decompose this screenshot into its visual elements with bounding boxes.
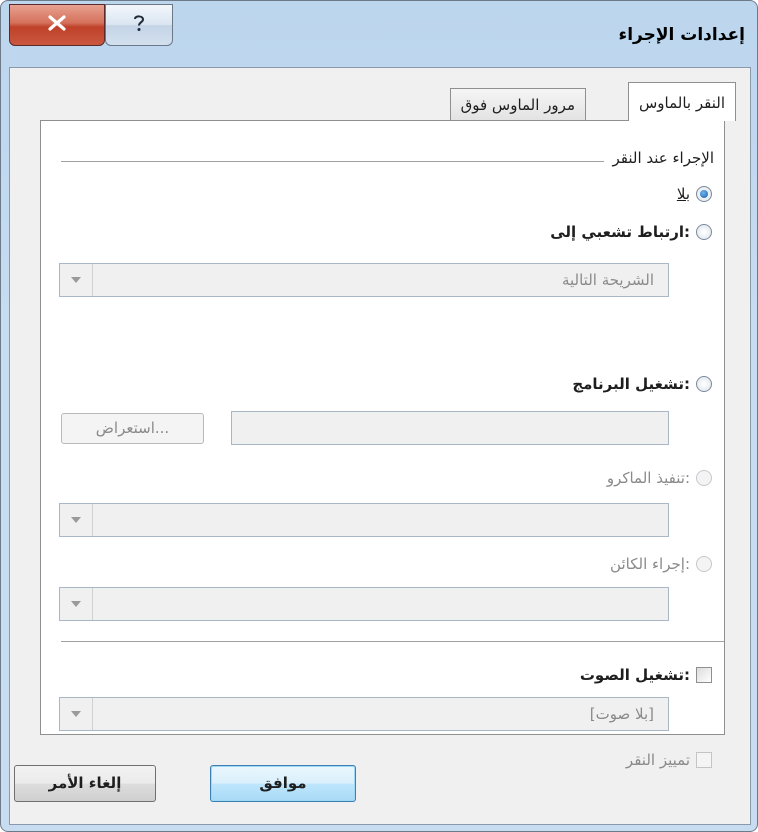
macro-combo[interactable] <box>59 503 669 537</box>
option-run-macro[interactable]: تنفيذ الماكرو: <box>607 467 712 489</box>
help-button[interactable] <box>105 4 173 46</box>
cancel-button[interactable]: إلغاء الأمر <box>14 765 156 802</box>
option-hyperlink-label: ارتباط تشعبي إلى: <box>550 223 690 241</box>
question-mark-icon <box>131 13 147 37</box>
dropdown-arrow-icon[interactable] <box>60 264 93 296</box>
tab-mouse-click[interactable]: النقر بالماوس <box>627 82 736 121</box>
option-none[interactable]: بلا <box>677 183 712 205</box>
radio-object-action[interactable] <box>696 556 712 572</box>
radio-run-program[interactable] <box>696 376 712 392</box>
highlight-click-label: تمييز النقر <box>625 751 690 769</box>
option-none-label: بلا <box>676 185 690 203</box>
hyperlink-combo[interactable]: الشريحة التالية <box>59 263 669 297</box>
object-action-combo[interactable] <box>59 587 669 621</box>
tab-mouse-over[interactable]: مرور الماوس فوق <box>449 88 586 120</box>
option-run-program-label: تشغيل البرنامج: <box>572 375 690 393</box>
title-bar[interactable]: إعدادات الإجراء <box>1 1 757 67</box>
mouse-click-panel: الإجراء عند النقر بلا ارتباط تشعبي إلى: … <box>40 120 725 769</box>
action-on-click-group: الإجراء عند النقر <box>61 149 714 169</box>
dialog-body: النقر بالماوس مرور الماوس فوق الإجراء عن… <box>9 67 751 825</box>
program-path-input[interactable] <box>231 411 669 445</box>
option-object-action[interactable]: إجراء الكائن: <box>610 553 712 575</box>
dropdown-arrow-icon[interactable] <box>60 588 93 620</box>
tab-mouse-click-label: النقر بالماوس <box>638 94 725 112</box>
close-icon <box>46 15 68 35</box>
ok-button[interactable]: موافق <box>210 765 356 802</box>
radio-selected-dot <box>700 190 708 198</box>
dropdown-arrow-icon[interactable] <box>60 504 93 536</box>
group-title: الإجراء عند النقر <box>604 149 714 167</box>
action-settings-dialog: إعدادات الإجراء النقر بالماوس مرور الماو… <box>0 0 758 832</box>
radio-none[interactable] <box>696 186 712 202</box>
sound-combo-value: [بلا صوت] <box>589 705 654 723</box>
sound-combo[interactable]: [بلا صوت] <box>59 697 669 731</box>
section-separator <box>61 641 724 642</box>
highlight-click-option[interactable]: تمييز النقر <box>626 749 712 771</box>
option-run-macro-label: تنفيذ الماكرو: <box>606 469 690 487</box>
browse-button[interactable]: استعراض... <box>61 413 204 444</box>
hyperlink-combo-value: الشريحة التالية <box>561 271 654 289</box>
dialog-title: إعدادات الإجراء <box>618 25 745 45</box>
option-hyperlink[interactable]: ارتباط تشعبي إلى: <box>550 221 712 243</box>
radio-run-macro[interactable] <box>696 470 712 486</box>
tab-mouse-over-label: مرور الماوس فوق <box>460 96 575 114</box>
radio-hyperlink[interactable] <box>696 224 712 240</box>
title-bar-background-reflection <box>201 9 581 59</box>
close-button[interactable] <box>9 4 105 46</box>
dropdown-arrow-icon[interactable] <box>60 698 93 730</box>
play-sound-label: تشغيل الصوت: <box>579 666 690 684</box>
play-sound-checkbox[interactable] <box>696 667 712 683</box>
highlight-click-checkbox[interactable] <box>696 752 712 768</box>
option-object-action-label: إجراء الكائن: <box>610 555 690 573</box>
play-sound-option[interactable]: تشغيل الصوت: <box>580 664 712 686</box>
option-run-program[interactable]: تشغيل البرنامج: <box>572 373 712 395</box>
